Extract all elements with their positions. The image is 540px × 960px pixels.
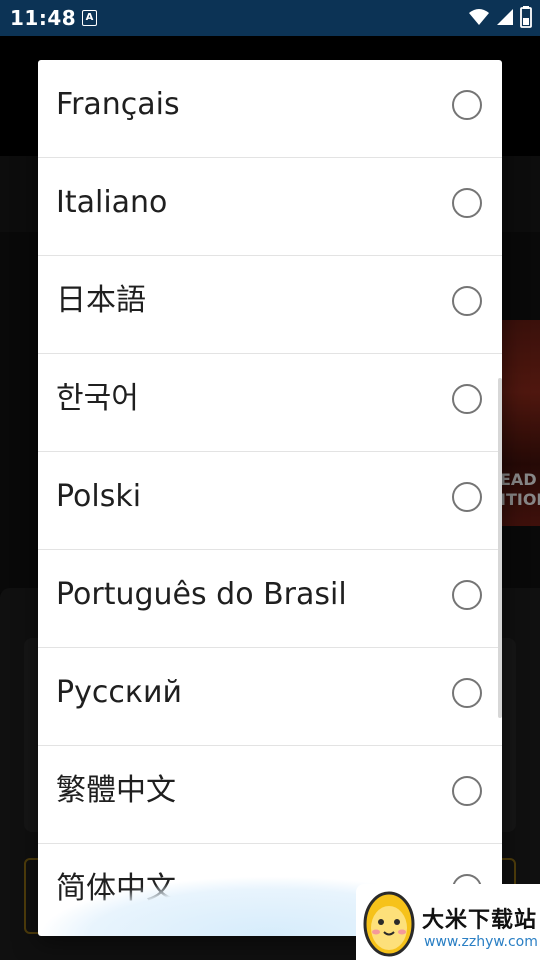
language-dialog: Français Italiano 日本語 한국어 Polski Portugu… xyxy=(38,60,502,936)
status-bar: 11:48 A xyxy=(0,0,540,36)
watermark-badge: 大米下载站 www.zzhyw.com xyxy=(356,884,540,960)
language-label: 简体中文 xyxy=(56,871,176,906)
radio-button-icon[interactable] xyxy=(452,286,482,316)
language-list: Français Italiano 日本語 한국어 Polski Portugu… xyxy=(38,60,502,936)
watermark-url: www.zzhyw.com xyxy=(424,934,538,950)
egg-mascot-icon xyxy=(363,891,415,957)
radio-button-icon[interactable] xyxy=(452,188,482,218)
language-label: Italiano xyxy=(56,185,168,220)
language-option-russian[interactable]: Русский xyxy=(38,648,502,746)
language-label: Русский xyxy=(56,675,182,710)
language-label: Português do Brasil xyxy=(56,577,347,612)
language-option-korean[interactable]: 한국어 xyxy=(38,354,502,452)
language-label: 한국어 xyxy=(56,381,139,416)
radio-button-icon[interactable] xyxy=(452,678,482,708)
language-option-polski[interactable]: Polski xyxy=(38,452,502,550)
scrollbar[interactable] xyxy=(498,378,502,718)
language-label: Français xyxy=(56,87,180,122)
signal-icon xyxy=(497,9,513,25)
status-icons xyxy=(468,6,532,28)
status-time: 11:48 xyxy=(10,6,77,30)
a-notification-icon: A xyxy=(82,10,97,26)
battery-icon xyxy=(520,6,532,28)
language-option-italiano[interactable]: Italiano xyxy=(38,158,502,256)
radio-button-icon[interactable] xyxy=(452,580,482,610)
radio-button-icon[interactable] xyxy=(452,90,482,120)
language-option-francais[interactable]: Français xyxy=(38,60,502,158)
language-option-portugues-brasil[interactable]: Português do Brasil xyxy=(38,550,502,648)
radio-button-icon[interactable] xyxy=(452,482,482,512)
language-label: 繁體中文 xyxy=(56,773,176,808)
language-label: Polski xyxy=(56,479,142,514)
language-label: 日本語 xyxy=(56,283,146,318)
language-option-japanese[interactable]: 日本語 xyxy=(38,256,502,354)
wifi-icon xyxy=(469,9,489,25)
radio-button-icon[interactable] xyxy=(452,776,482,806)
radio-button-icon[interactable] xyxy=(452,384,482,414)
language-option-traditional-chinese[interactable]: 繁體中文 xyxy=(38,746,502,844)
watermark-title: 大米下载站 xyxy=(422,908,538,933)
